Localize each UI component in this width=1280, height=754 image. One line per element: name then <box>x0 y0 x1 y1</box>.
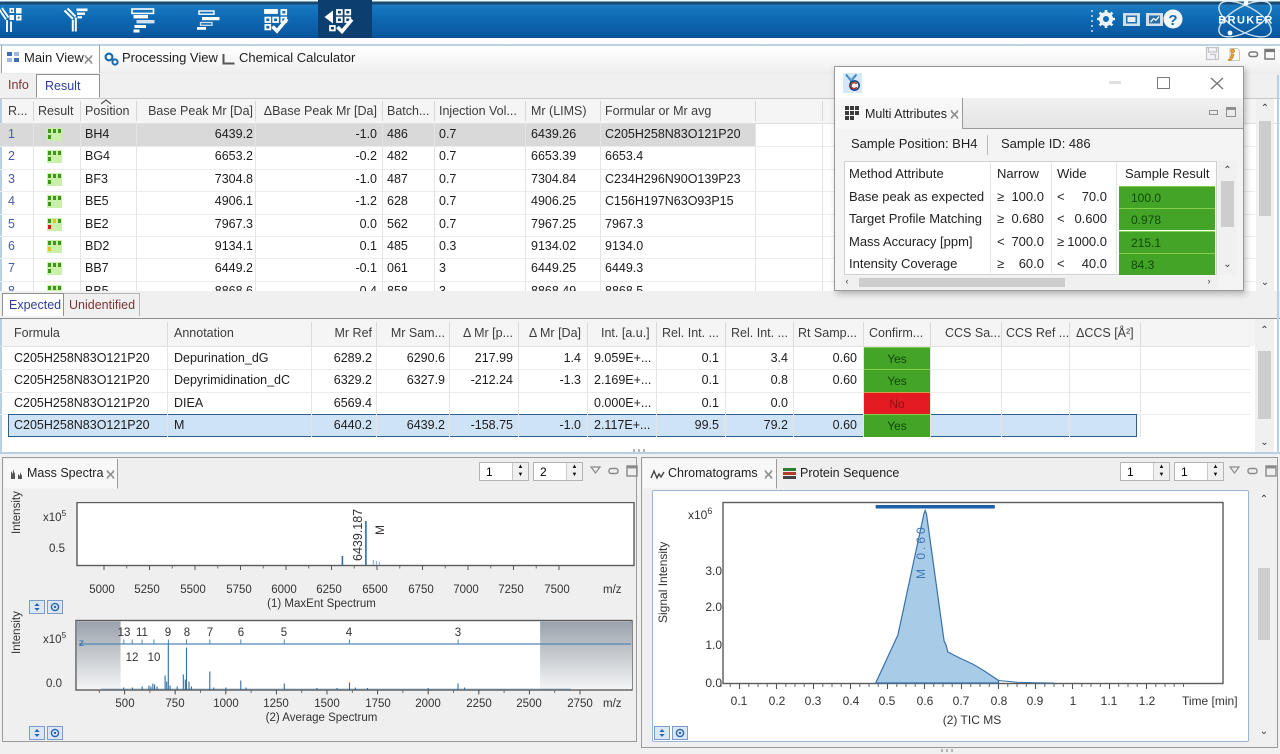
svg-text:BRUKER: BRUKER <box>1218 15 1273 27</box>
svg-text:?: ? <box>1168 12 1177 29</box>
